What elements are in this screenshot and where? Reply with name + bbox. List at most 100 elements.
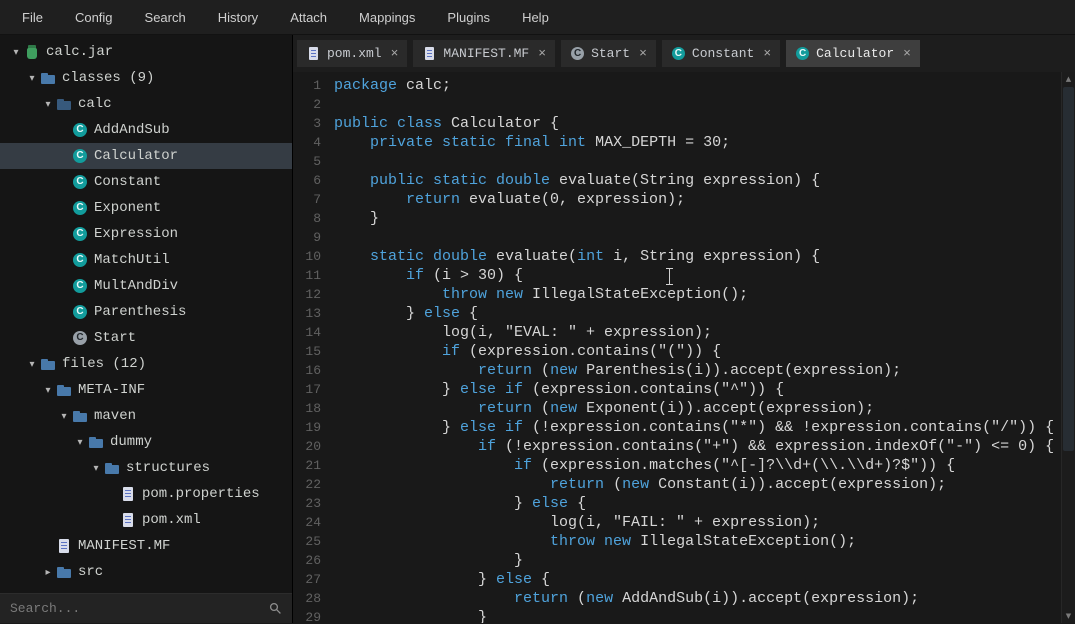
line-number: 11 [305,268,321,283]
tab-close-icon[interactable]: × [763,46,771,61]
tree-item-label: pom.properties [142,486,260,502]
line-number: 26 [305,553,321,568]
menu-item-help[interactable]: Help [506,0,565,35]
tree-item-src[interactable]: ▸ src [0,559,292,585]
menu-item-history[interactable]: History [202,0,274,35]
menu-item-mappings[interactable]: Mappings [343,0,431,35]
code-line-8: 8 } [293,209,1061,228]
expander-icon[interactable]: ▾ [72,437,88,448]
tree-item-label: Start [94,330,137,346]
tab-close-icon[interactable]: × [639,46,647,61]
tree-item-dummy[interactable]: ▾ dummy [0,429,292,455]
tab-calculator[interactable]: Calculator × [786,40,920,67]
tree-item-manifest-mf[interactable]: MANIFEST.MF [0,533,292,559]
code-line-18: 18 return (new Exponent(i)).accept(expre… [293,399,1061,418]
tab-close-icon[interactable]: × [391,46,399,61]
menu-item-file[interactable]: File [6,0,59,35]
line-number: 10 [305,249,321,264]
tree-item-calculator[interactable]: Calculator [0,143,292,169]
tab-start[interactable]: Start × [561,40,656,67]
tree-item-meta-inf[interactable]: ▾ META-INF [0,377,292,403]
tree-item-expression[interactable]: Expression [0,221,292,247]
code-line-25: 25 throw new IllegalStateException(); [293,532,1061,551]
tree-item-label: Constant [94,174,162,190]
expander-icon[interactable]: ▸ [40,567,56,578]
code-line-20: 20 if (!expression.contains("+") && expr… [293,437,1061,456]
code-line-28: 28 return (new AddAndSub(i)).accept(expr… [293,589,1061,608]
code-line-26: 26 } [293,551,1061,570]
tree-item-pom-xml[interactable]: pom.xml [0,507,292,533]
tab-label: MANIFEST.MF [443,46,530,61]
menu-item-plugins[interactable]: Plugins [431,0,506,35]
line-number: 17 [305,382,321,397]
scroll-down-icon[interactable]: ▼ [1062,609,1075,623]
code-line-21: 21 if (expression.matches("^[-]?\\d+(\\.… [293,456,1061,475]
expander-icon[interactable]: ▾ [8,47,24,58]
tab-close-icon[interactable]: × [903,46,911,61]
code-area: 1 package calc; 2 3 public class Calcula… [293,72,1061,623]
class-icon [72,252,88,268]
expander-icon[interactable]: ▾ [40,385,56,396]
tree-item-pom-properties[interactable]: pom.properties [0,481,292,507]
line-number: 13 [305,306,321,321]
scrollbar-thumb[interactable] [1063,87,1074,451]
tree-item-label: Parenthesis [94,304,187,320]
search-input[interactable] [0,594,269,623]
menu-item-label: Plugins [447,9,491,25]
menu-item-search[interactable]: Search [129,0,202,35]
scroll-up-icon[interactable]: ▲ [1062,72,1075,86]
tab-constant[interactable]: Constant × [661,40,781,67]
tab-manifest-mf[interactable]: MANIFEST.MF × [413,40,556,67]
tree-item-label: pom.xml [142,512,201,528]
menu-bar: File Config Search History Attach Mappin… [0,0,1075,35]
tab-pom-xml[interactable]: pom.xml × [297,40,408,67]
tree-item-calc[interactable]: ▾ calc [0,91,292,117]
code-line-2: 2 [293,95,1061,114]
expander-icon[interactable]: ▾ [24,73,40,84]
menu-item-attach[interactable]: Attach [274,0,343,35]
file-icon [56,538,72,554]
code-line-23: 23 } else { [293,494,1061,513]
tab-close-icon[interactable]: × [538,46,546,61]
tree-item-label: structures [126,460,211,476]
line-number: 15 [305,344,321,359]
line-number: 4 [313,135,321,150]
tree-item-exponent[interactable]: Exponent [0,195,292,221]
tree-item-calc-jar[interactable]: ▾ calc.jar [0,39,292,65]
code-line-17: 17 } else if (expression.contains("^")) … [293,380,1061,399]
line-number: 16 [305,363,321,378]
menu-item-config[interactable]: Config [59,0,129,35]
tree-item-label: MultAndDiv [94,278,179,294]
expander-icon[interactable]: ▾ [88,463,104,474]
code-line-11: 11 if (i > 30) { [293,266,1061,285]
code-line-6: 6 public static double evaluate(String e… [293,171,1061,190]
tree-item-structures[interactable]: ▾ structures [0,455,292,481]
tree-item-label: dummy [110,434,153,450]
expander-icon[interactable]: ▾ [56,411,72,422]
tree-item-label: calc.jar [46,44,114,60]
tree-item-label: Calculator [94,148,179,164]
line-number: 29 [305,610,321,623]
tree-item-maven[interactable]: ▾ maven [0,403,292,429]
tree-item-addandsub[interactable]: AddAndSub [0,117,292,143]
line-number: 27 [305,572,321,587]
folder-icon [40,70,56,86]
tab-label: Constant [691,46,755,61]
code-editor[interactable]: 1 package calc; 2 3 public class Calcula… [293,72,1075,623]
tree-item-constant[interactable]: Constant [0,169,292,195]
tree-item-classes-9[interactable]: ▾ classes (9) [0,65,292,91]
tree-item-multanddiv[interactable]: MultAndDiv [0,273,292,299]
code-line-16: 16 return (new Parenthesis(i)).accept(ex… [293,361,1061,380]
code-line-10: 10 static double evaluate(int i, String … [293,247,1061,266]
jar-icon [24,44,40,60]
tree-item-files-12[interactable]: ▾ files (12) [0,351,292,377]
tree-item-label: classes (9) [62,70,155,86]
tree-item-start[interactable]: Start [0,325,292,351]
expander-icon[interactable]: ▾ [24,359,40,370]
tree-item-label: files (12) [62,356,147,372]
vertical-scrollbar[interactable]: ▲ ▼ [1061,72,1075,623]
expander-icon[interactable]: ▾ [40,99,56,110]
menu-item-label: Search [144,9,186,25]
tree-item-parenthesis[interactable]: Parenthesis [0,299,292,325]
tree-item-matchutil[interactable]: MatchUtil [0,247,292,273]
